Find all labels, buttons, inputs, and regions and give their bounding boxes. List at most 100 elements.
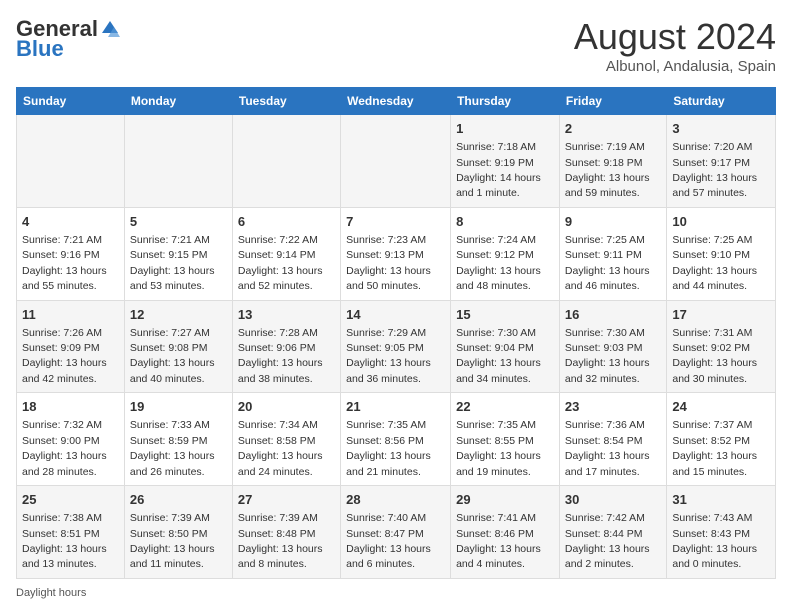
day-info: Sunrise: 7:24 AM Sunset: 9:12 PM Dayligh… (456, 234, 541, 292)
day-info: Sunrise: 7:41 AM Sunset: 8:46 PM Dayligh… (456, 512, 541, 570)
day-info: Sunrise: 7:32 AM Sunset: 9:00 PM Dayligh… (22, 419, 107, 477)
logo: General Blue (16, 16, 120, 62)
header: General Blue August 2024 Albunol, Andalu… (16, 16, 776, 75)
day-number: 19 (130, 398, 227, 416)
calendar-cell: 22 Sunrise: 7:35 AM Sunset: 8:55 PM Dayli… (451, 393, 560, 486)
day-info: Sunrise: 7:33 AM Sunset: 8:59 PM Dayligh… (130, 419, 215, 477)
day-info: Sunrise: 7:26 AM Sunset: 9:09 PM Dayligh… (22, 327, 107, 385)
day-info: Sunrise: 7:39 AM Sunset: 8:48 PM Dayligh… (238, 512, 323, 570)
column-header-saturday: Saturday (667, 88, 776, 115)
calendar-cell: 27 Sunrise: 7:39 AM Sunset: 8:48 PM Dayli… (232, 486, 340, 579)
calendar-cell: 8 Sunrise: 7:24 AM Sunset: 9:12 PM Daylig… (451, 207, 560, 300)
calendar-cell: 30 Sunrise: 7:42 AM Sunset: 8:44 PM Dayli… (559, 486, 666, 579)
column-header-sunday: Sunday (17, 88, 125, 115)
day-number: 26 (130, 491, 227, 509)
day-number: 1 (456, 120, 554, 138)
day-number: 6 (238, 213, 335, 231)
daylight-label: Daylight hours (16, 587, 86, 599)
day-number: 16 (565, 306, 661, 324)
calendar-week-4: 18 Sunrise: 7:32 AM Sunset: 9:00 PM Dayli… (17, 393, 776, 486)
calendar-cell (124, 115, 232, 208)
day-number: 30 (565, 491, 661, 509)
day-info: Sunrise: 7:23 AM Sunset: 9:13 PM Dayligh… (346, 234, 431, 292)
day-number: 25 (22, 491, 119, 509)
calendar-cell: 24Sunrise: 7:37 AM Sunset: 8:52 PM Dayli… (667, 393, 776, 486)
day-number: 22 (456, 398, 554, 416)
day-number: 10 (672, 213, 770, 231)
subtitle: Albunol, Andalusia, Spain (574, 58, 776, 75)
day-info: Sunrise: 7:30 AM Sunset: 9:04 PM Dayligh… (456, 327, 541, 385)
day-info: Sunrise: 7:22 AM Sunset: 9:14 PM Dayligh… (238, 234, 323, 292)
day-number: 7 (346, 213, 445, 231)
day-number: 14 (346, 306, 445, 324)
day-number: 5 (130, 213, 227, 231)
day-number: 15 (456, 306, 554, 324)
day-info: Sunrise: 7:38 AM Sunset: 8:51 PM Dayligh… (22, 512, 107, 570)
calendar-cell (17, 115, 125, 208)
calendar-cell: 13 Sunrise: 7:28 AM Sunset: 9:06 PM Dayli… (232, 300, 340, 393)
day-info: Sunrise: 7:34 AM Sunset: 8:58 PM Dayligh… (238, 419, 323, 477)
calendar-cell: 28 Sunrise: 7:40 AM Sunset: 8:47 PM Dayli… (341, 486, 451, 579)
calendar-cell: 26 Sunrise: 7:39 AM Sunset: 8:50 PM Dayli… (124, 486, 232, 579)
logo-icon (100, 19, 120, 39)
calendar-cell: 12Sunrise: 7:27 AM Sunset: 9:08 PM Dayli… (124, 300, 232, 393)
month-title: August 2024 (574, 16, 776, 58)
column-header-tuesday: Tuesday (232, 88, 340, 115)
day-info: Sunrise: 7:20 AM Sunset: 9:17 PM Dayligh… (672, 141, 757, 199)
column-header-monday: Monday (124, 88, 232, 115)
day-info: Sunrise: 7:25 AM Sunset: 9:10 PM Dayligh… (672, 234, 757, 292)
day-number: 28 (346, 491, 445, 509)
day-info: Sunrise: 7:21 AM Sunset: 9:16 PM Dayligh… (22, 234, 107, 292)
calendar-cell (341, 115, 451, 208)
day-info: Sunrise: 7:30 AM Sunset: 9:03 PM Dayligh… (565, 327, 650, 385)
calendar-cell: 6 Sunrise: 7:22 AM Sunset: 9:14 PM Daylig… (232, 207, 340, 300)
day-info: Sunrise: 7:40 AM Sunset: 8:47 PM Dayligh… (346, 512, 431, 570)
day-info: Sunrise: 7:42 AM Sunset: 8:44 PM Dayligh… (565, 512, 650, 570)
calendar-cell: 2Sunrise: 7:19 AM Sunset: 9:18 PM Daylig… (559, 115, 666, 208)
calendar-cell: 29Sunrise: 7:41 AM Sunset: 8:46 PM Dayli… (451, 486, 560, 579)
calendar-cell: 25 Sunrise: 7:38 AM Sunset: 8:51 PM Dayli… (17, 486, 125, 579)
calendar-cell: 11Sunrise: 7:26 AM Sunset: 9:09 PM Dayli… (17, 300, 125, 393)
calendar-cell: 19 Sunrise: 7:33 AM Sunset: 8:59 PM Dayli… (124, 393, 232, 486)
day-number: 24 (672, 398, 770, 416)
calendar-cell: 17Sunrise: 7:31 AM Sunset: 9:02 PM Dayli… (667, 300, 776, 393)
calendar-cell: 4 Sunrise: 7:21 AM Sunset: 9:16 PM Daylig… (17, 207, 125, 300)
day-info: Sunrise: 7:25 AM Sunset: 9:11 PM Dayligh… (565, 234, 650, 292)
calendar-cell: 7 Sunrise: 7:23 AM Sunset: 9:13 PM Daylig… (341, 207, 451, 300)
day-info: Sunrise: 7:31 AM Sunset: 9:02 PM Dayligh… (672, 327, 757, 385)
column-header-friday: Friday (559, 88, 666, 115)
day-number: 18 (22, 398, 119, 416)
day-number: 8 (456, 213, 554, 231)
day-number: 27 (238, 491, 335, 509)
day-info: Sunrise: 7:35 AM Sunset: 8:55 PM Dayligh… (456, 419, 541, 477)
column-header-wednesday: Wednesday (341, 88, 451, 115)
day-number: 13 (238, 306, 335, 324)
calendar-cell: 10 Sunrise: 7:25 AM Sunset: 9:10 PM Dayli… (667, 207, 776, 300)
calendar-cell: 3 Sunrise: 7:20 AM Sunset: 9:17 PM Daylig… (667, 115, 776, 208)
day-number: 4 (22, 213, 119, 231)
column-header-thursday: Thursday (451, 88, 560, 115)
title-area: August 2024 Albunol, Andalusia, Spain (574, 16, 776, 75)
calendar-cell: 21Sunrise: 7:35 AM Sunset: 8:56 PM Dayli… (341, 393, 451, 486)
day-info: Sunrise: 7:21 AM Sunset: 9:15 PM Dayligh… (130, 234, 215, 292)
day-number: 20 (238, 398, 335, 416)
calendar-cell: 23Sunrise: 7:36 AM Sunset: 8:54 PM Dayli… (559, 393, 666, 486)
calendar-cell: 14 Sunrise: 7:29 AM Sunset: 9:05 PM Dayli… (341, 300, 451, 393)
day-info: Sunrise: 7:43 AM Sunset: 8:43 PM Dayligh… (672, 512, 757, 570)
day-info: Sunrise: 7:28 AM Sunset: 9:06 PM Dayligh… (238, 327, 323, 385)
calendar-week-2: 4 Sunrise: 7:21 AM Sunset: 9:16 PM Daylig… (17, 207, 776, 300)
day-number: 21 (346, 398, 445, 416)
calendar-cell: 15 Sunrise: 7:30 AM Sunset: 9:04 PM Dayli… (451, 300, 560, 393)
day-number: 3 (672, 120, 770, 138)
calendar-week-3: 11Sunrise: 7:26 AM Sunset: 9:09 PM Dayli… (17, 300, 776, 393)
day-info: Sunrise: 7:36 AM Sunset: 8:54 PM Dayligh… (565, 419, 650, 477)
day-info: Sunrise: 7:39 AM Sunset: 8:50 PM Dayligh… (130, 512, 215, 570)
calendar-cell: 18 Sunrise: 7:32 AM Sunset: 9:00 PM Dayli… (17, 393, 125, 486)
day-number: 31 (672, 491, 770, 509)
calendar-week-1: 1Sunrise: 7:18 AM Sunset: 9:19 PM Daylig… (17, 115, 776, 208)
day-info: Sunrise: 7:19 AM Sunset: 9:18 PM Dayligh… (565, 141, 650, 199)
calendar-table: SundayMondayTuesdayWednesdayThursdayFrid… (16, 87, 776, 579)
calendar-week-5: 25 Sunrise: 7:38 AM Sunset: 8:51 PM Dayli… (17, 486, 776, 579)
day-info: Sunrise: 7:29 AM Sunset: 9:05 PM Dayligh… (346, 327, 431, 385)
calendar-cell: 16 Sunrise: 7:30 AM Sunset: 9:03 PM Dayli… (559, 300, 666, 393)
